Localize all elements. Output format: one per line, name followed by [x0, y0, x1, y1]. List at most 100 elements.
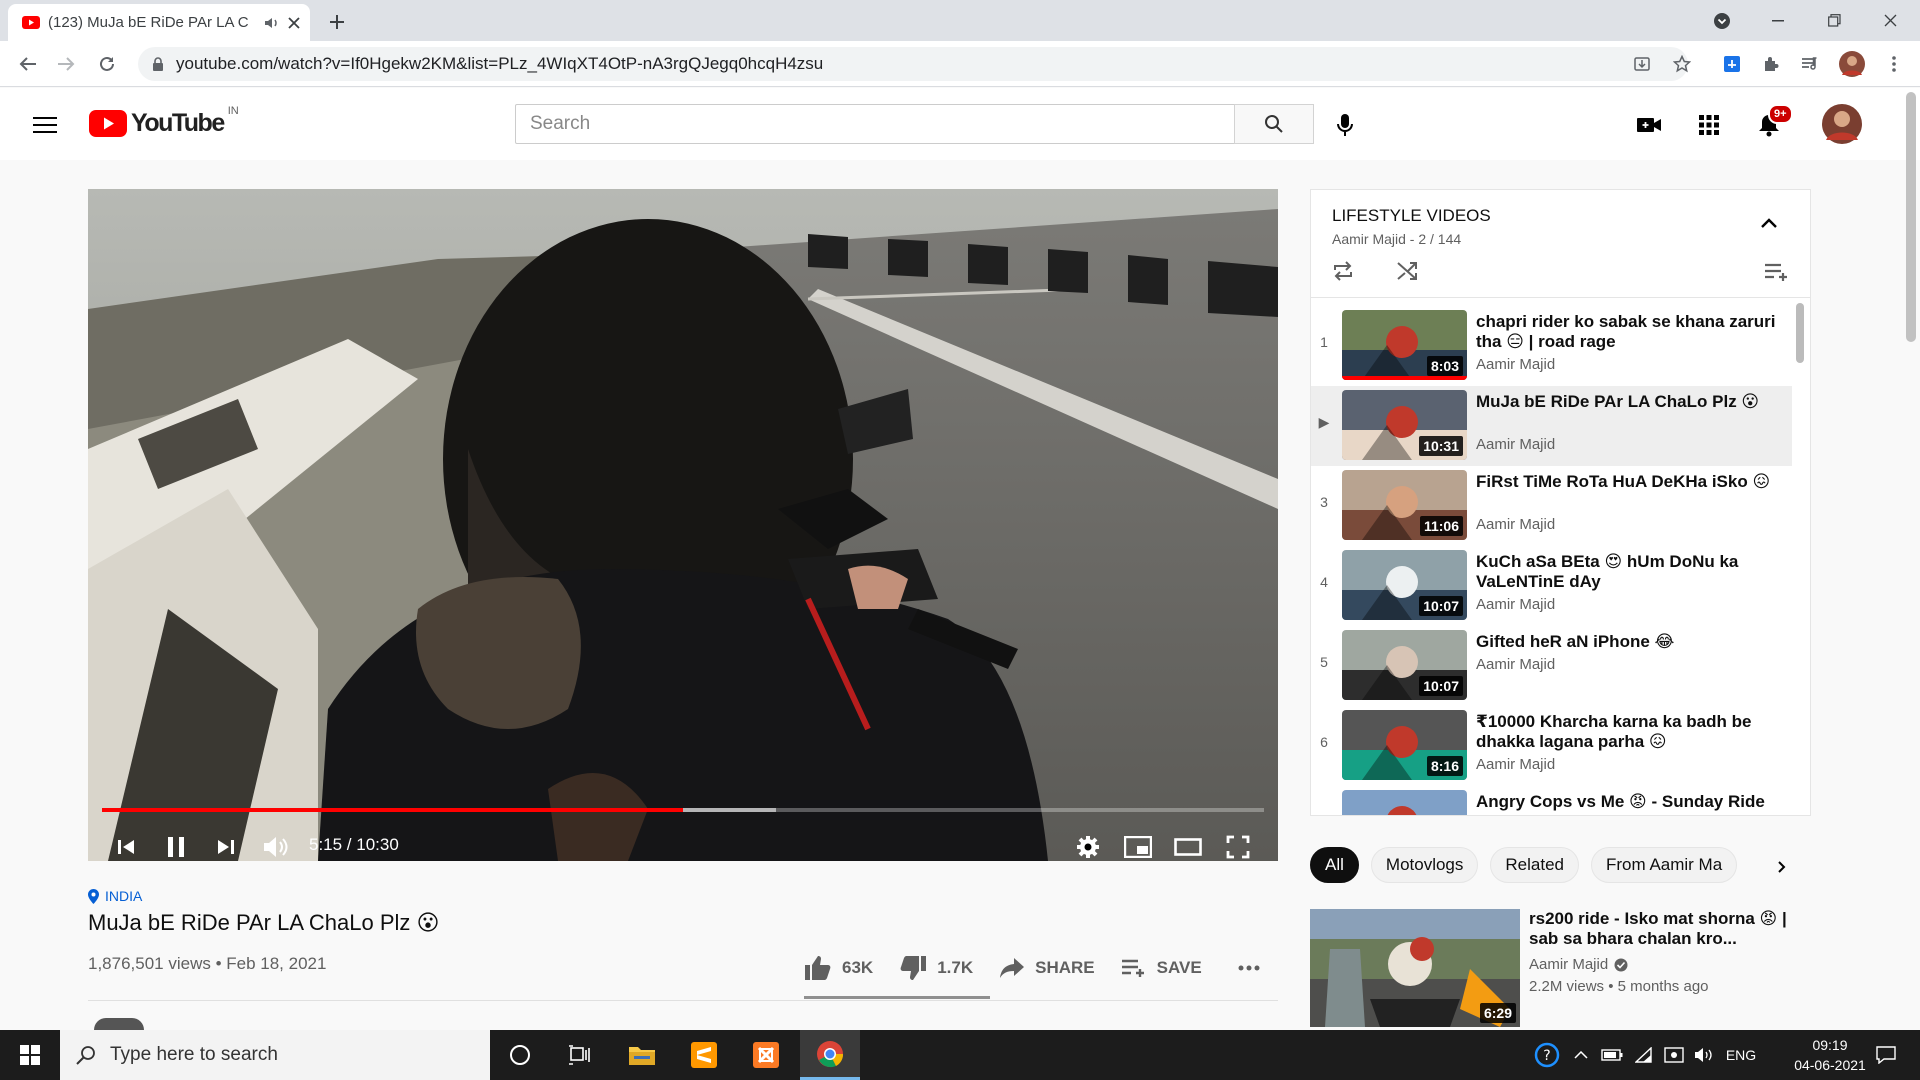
file-explorer-icon[interactable]	[614, 1030, 670, 1080]
playlist-item-thumbnail[interactable]: 10:07	[1342, 630, 1467, 700]
browser-tab[interactable]: (123) MuJa bE RiDe PAr LA C	[8, 4, 310, 41]
recommended-video[interactable]: 6:29 rs200 ride - Isko mat shorna 😡 | sa…	[1310, 909, 1810, 1027]
pause-button[interactable]	[160, 829, 192, 861]
playlist-item-thumbnail[interactable]	[1342, 790, 1467, 815]
microphone-icon[interactable]	[1330, 110, 1360, 140]
notifications-bell-icon[interactable]: 9+	[1754, 104, 1793, 140]
network-icon[interactable]	[1630, 1030, 1658, 1080]
recommended-thumbnail[interactable]: 6:29	[1310, 909, 1520, 1027]
playlist-item-duration: 10:07	[1419, 676, 1463, 696]
loop-playlist-icon[interactable]	[1332, 261, 1354, 281]
new-tab-button[interactable]	[324, 9, 350, 35]
playlist-item[interactable]: 7Angry Cops vs Me 😡 - Sunday RideAamir M…	[1311, 786, 1792, 815]
theater-mode-button[interactable]	[1170, 829, 1206, 861]
channel-avatar[interactable]	[94, 1018, 144, 1030]
battery-icon[interactable]	[1598, 1030, 1626, 1080]
help-tray-icon[interactable]: ?	[1530, 1030, 1564, 1080]
minimize-button[interactable]	[1750, 0, 1806, 41]
page-scrollbar[interactable]	[1906, 92, 1916, 342]
video-title: MuJa bE RiDe PAr LA ChaLo Plz 😮	[88, 910, 440, 935]
playlist-title[interactable]: LIFESTYLE VIDEOS	[1332, 206, 1491, 226]
create-video-icon[interactable]	[1634, 110, 1664, 140]
close-window-button[interactable]	[1862, 0, 1918, 41]
chip-all[interactable]: All	[1310, 847, 1359, 883]
recommended-title[interactable]: rs200 ride - Isko mat shorna 😡 | sab sa …	[1529, 909, 1799, 949]
playlist-item-thumbnail[interactable]: 8:16	[1342, 710, 1467, 780]
search-input[interactable]: Search	[515, 104, 1235, 144]
playlist-item-thumbnail[interactable]: 10:31	[1342, 390, 1467, 460]
recommended-channel[interactable]: Aamir Majid	[1529, 956, 1628, 973]
progress-bar[interactable]	[102, 808, 1264, 812]
video-player[interactable]: 5:15 / 10:30	[88, 189, 1278, 861]
cortana-icon[interactable]	[492, 1030, 548, 1080]
lock-icon[interactable]	[152, 56, 164, 72]
fullscreen-button[interactable]	[1220, 829, 1256, 861]
playlist-item[interactable]: ▶ 10:31 MuJa bE RiDe PAr LA ChaLo Plz 😮 Aam…	[1311, 386, 1792, 466]
speaker-icon[interactable]	[1690, 1030, 1718, 1080]
location-link[interactable]: INDIA	[88, 888, 142, 904]
dislike-button[interactable]: 1.7K	[899, 955, 973, 981]
install-app-icon[interactable]	[1628, 50, 1656, 78]
sublime-text-icon[interactable]	[676, 1030, 732, 1080]
settings-button[interactable]	[1070, 829, 1106, 861]
show-hidden-icons[interactable]	[1568, 1030, 1594, 1080]
youtube-logo[interactable]: YouTube IN	[89, 105, 239, 138]
tab-close-icon[interactable]	[288, 16, 300, 29]
playlist-item-thumbnail[interactable]: 8:03	[1342, 310, 1467, 380]
media-queue-icon[interactable]	[1796, 50, 1824, 78]
chrome-taskbar-icon[interactable]	[800, 1030, 860, 1080]
chips-next-icon[interactable]	[1770, 855, 1794, 879]
like-button[interactable]: 63K	[804, 955, 873, 981]
taskbar-search[interactable]: Type here to search	[60, 1030, 490, 1080]
playlist-item[interactable]: 1 8:03 chapri rider ko sabak se khana zaru…	[1311, 306, 1792, 386]
tab-search-button[interactable]	[1694, 0, 1750, 41]
divider	[88, 1000, 1278, 1001]
apps-grid-icon[interactable]	[1694, 110, 1724, 140]
playlist-item-thumbnail[interactable]: 10:07	[1342, 550, 1467, 620]
collapse-playlist-icon[interactable]	[1761, 218, 1777, 228]
profile-avatar[interactable]	[1838, 50, 1866, 78]
share-button[interactable]: SHARE	[999, 957, 1095, 979]
sentiment-bar	[804, 996, 990, 999]
chrome-menu-icon[interactable]	[1880, 50, 1908, 78]
playlist-item-title: MuJa bE RiDe PAr LA ChaLo Plz 😮	[1476, 392, 1760, 411]
playlist-item-index: 6	[1320, 734, 1328, 750]
reload-button[interactable]	[93, 50, 121, 78]
back-button[interactable]	[14, 50, 42, 78]
xampp-icon[interactable]	[738, 1030, 794, 1080]
extensions-puzzle-icon[interactable]	[1757, 50, 1785, 78]
maximize-button[interactable]	[1806, 0, 1862, 41]
action-center-icon[interactable]	[1866, 1030, 1906, 1080]
playlist-item[interactable]: 6 8:16 ₹10000 Kharcha karna ka badh be dha…	[1311, 706, 1792, 786]
meet-now-icon[interactable]	[1660, 1030, 1688, 1080]
next-button[interactable]	[210, 829, 242, 861]
account-avatar[interactable]	[1822, 104, 1862, 144]
save-playlist-icon[interactable]	[1764, 262, 1790, 282]
task-view-icon[interactable]	[552, 1030, 608, 1080]
save-button[interactable]: SAVE	[1121, 958, 1202, 978]
address-bar[interactable]: youtube.com/watch?v=If0Hgekw2KM&list=PLz…	[138, 47, 1688, 81]
playlist-item[interactable]: 5 10:07 Gifted heR aN iPhone 😂 Aamir Majid	[1311, 626, 1792, 706]
playlist-item[interactable]: 4 10:07 KuCh aSa BEta 😍 hUm DoNu ka VaLeNT…	[1311, 546, 1792, 626]
windows-start-icon[interactable]	[2, 1030, 58, 1080]
tab-audio-icon[interactable]	[264, 16, 280, 30]
bookmark-star-icon[interactable]	[1668, 50, 1696, 78]
playlist-scrollbar[interactable]	[1796, 303, 1804, 363]
search-button[interactable]	[1234, 104, 1314, 144]
previous-button[interactable]	[110, 829, 142, 861]
taskbar-clock[interactable]: 09:19 04-06-2021	[1780, 1035, 1880, 1075]
forward-button[interactable]	[52, 50, 80, 78]
playlist-item-thumbnail[interactable]: 11:06	[1342, 470, 1467, 540]
shuffle-playlist-icon[interactable]	[1396, 261, 1418, 281]
chip-related[interactable]: Related	[1490, 847, 1579, 883]
playlist-item[interactable]: 3 11:06 FiRst TiMe RoTa HuA DeKHa iSko 😖 Aa…	[1311, 466, 1792, 546]
chip-motovlogs[interactable]: Motovlogs	[1370, 847, 1479, 883]
extension-shield-icon[interactable]	[1718, 50, 1746, 78]
chip-from-channel[interactable]: From Aamir Ma	[1591, 847, 1737, 883]
hamburger-menu-icon[interactable]	[30, 110, 60, 140]
region-code: IN	[227, 105, 239, 117]
volume-button[interactable]	[258, 829, 294, 861]
language-indicator[interactable]: ENG	[1722, 1030, 1760, 1080]
more-actions-button[interactable]	[1238, 965, 1260, 971]
miniplayer-button[interactable]	[1120, 829, 1156, 861]
